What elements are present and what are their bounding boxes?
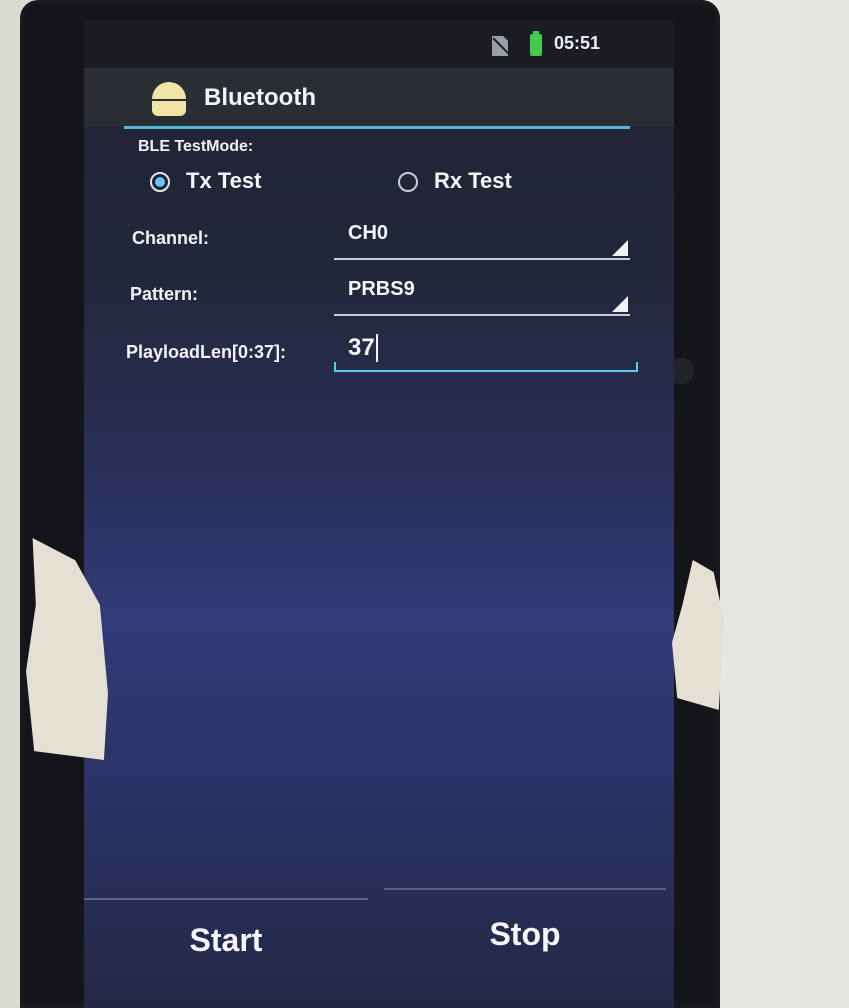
channel-spinner[interactable]: CH0 xyxy=(334,218,630,260)
pattern-value: PRBS9 xyxy=(348,278,415,300)
rx-test-radio[interactable]: Rx Test xyxy=(398,168,578,198)
android-robot-icon xyxy=(150,82,188,116)
app-title: Bluetooth xyxy=(204,84,316,111)
stop-button[interactable]: Stop xyxy=(384,904,666,964)
pattern-spinner[interactable]: PRBS9 xyxy=(334,274,630,316)
rx-test-label: Rx Test xyxy=(434,168,512,193)
button-divider-left xyxy=(84,898,368,900)
action-bar: Bluetooth xyxy=(84,68,674,126)
button-divider-right xyxy=(384,888,666,890)
payload-length-label: PlayloadLen[0:37]: xyxy=(126,342,287,362)
tx-test-radio[interactable]: Tx Test xyxy=(150,168,330,198)
payload-length-input[interactable]: 37 xyxy=(334,330,638,372)
test-mode-label: BLE TestMode: xyxy=(138,138,254,155)
radio-checked-icon xyxy=(150,172,170,192)
tx-test-label: Tx Test xyxy=(186,168,262,193)
payload-length-value: 37 xyxy=(348,334,375,361)
spinner-corner-icon xyxy=(612,296,628,312)
status-bar: 05:51 xyxy=(84,20,674,68)
status-clock: 05:51 xyxy=(554,33,601,53)
pattern-label: Pattern: xyxy=(130,284,199,304)
radio-unchecked-icon xyxy=(398,172,418,192)
channel-value: CH0 xyxy=(348,222,389,244)
spinner-corner-icon xyxy=(612,240,628,256)
phone-screen: 05:51 Bluetooth BLE TestMode: Tx Test Rx… xyxy=(84,20,674,1008)
start-button[interactable]: Start xyxy=(84,910,368,970)
action-bar-divider xyxy=(124,126,630,129)
battery-charging-icon xyxy=(530,31,542,56)
no-sim-icon xyxy=(492,36,508,56)
text-cursor xyxy=(376,334,378,362)
channel-label: Channel: xyxy=(132,228,210,248)
